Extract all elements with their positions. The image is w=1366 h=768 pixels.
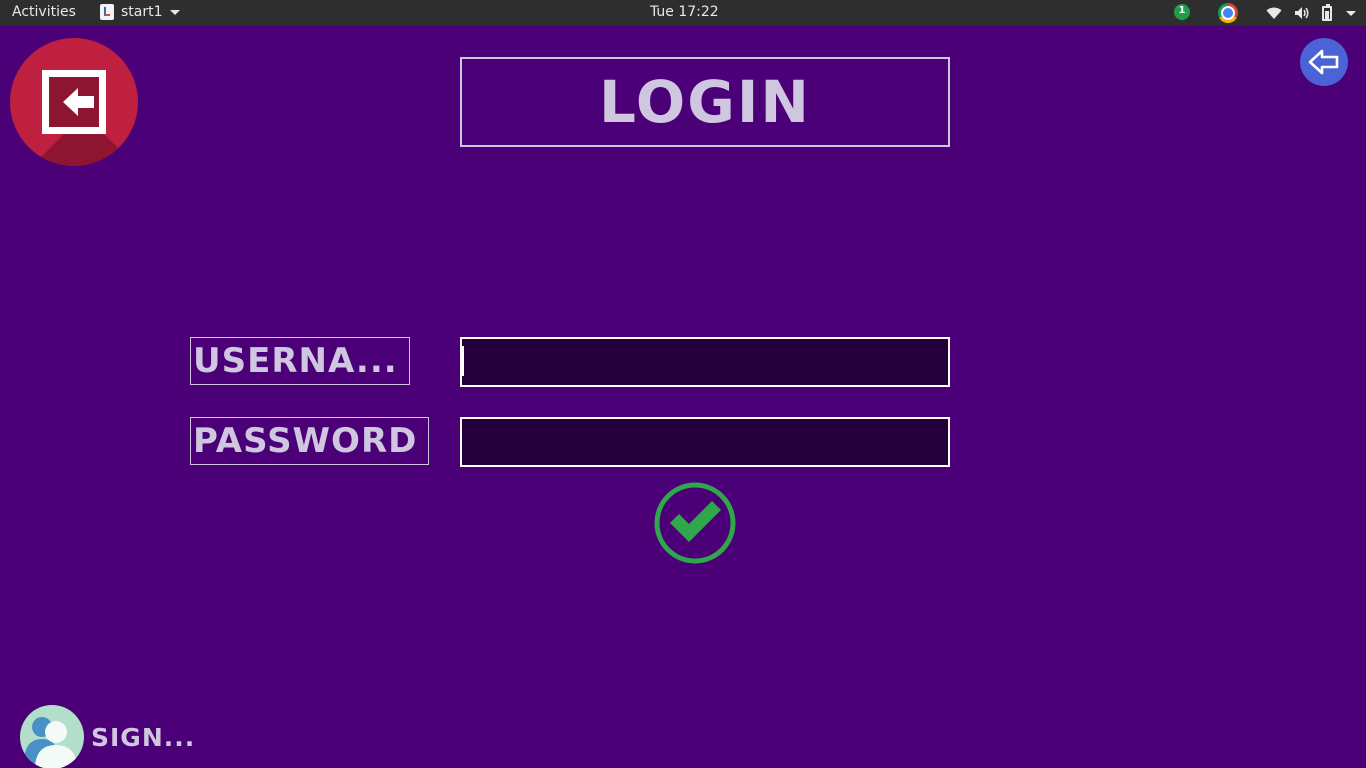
volume-icon[interactable] [1294,6,1310,20]
notification-count: 1 [1178,4,1186,16]
username-input[interactable] [460,337,950,387]
back-arrow-icon [1308,49,1339,75]
text-caret [462,346,464,376]
system-menu-arrow-icon[interactable] [1346,10,1356,16]
wifi-icon[interactable] [1266,6,1282,20]
password-input[interactable] [460,417,950,467]
confirm-login-button[interactable] [653,481,737,565]
back-button[interactable] [1300,38,1348,86]
activities-button[interactable]: Activities [12,4,76,20]
sign-up-label: SIGN... [91,722,196,752]
app-menu-label: start1 [121,4,163,20]
java-icon [100,4,114,20]
app-menu[interactable]: start1 [100,4,180,20]
exit-door-arrow-icon [63,88,94,116]
exit-button[interactable] [10,38,138,166]
chrome-icon[interactable] [1218,3,1238,23]
check-circle-icon [654,482,736,564]
notification-badge-icon[interactable]: 1 [1174,3,1190,23]
chevron-down-icon [169,9,180,15]
system-top-bar: Activities start1 Tue 17:22 1 [0,0,1366,26]
battery-icon[interactable] [1322,3,1332,21]
system-tray: 1 [1174,0,1356,26]
password-label: PASSWORD [190,417,429,465]
page-title: LOGIN [460,57,950,147]
clock[interactable]: Tue 17:22 [650,4,719,20]
user-avatar-icon [20,705,84,768]
username-label: USERNA... [190,337,410,385]
sign-up-button[interactable]: SIGN... [20,705,195,768]
